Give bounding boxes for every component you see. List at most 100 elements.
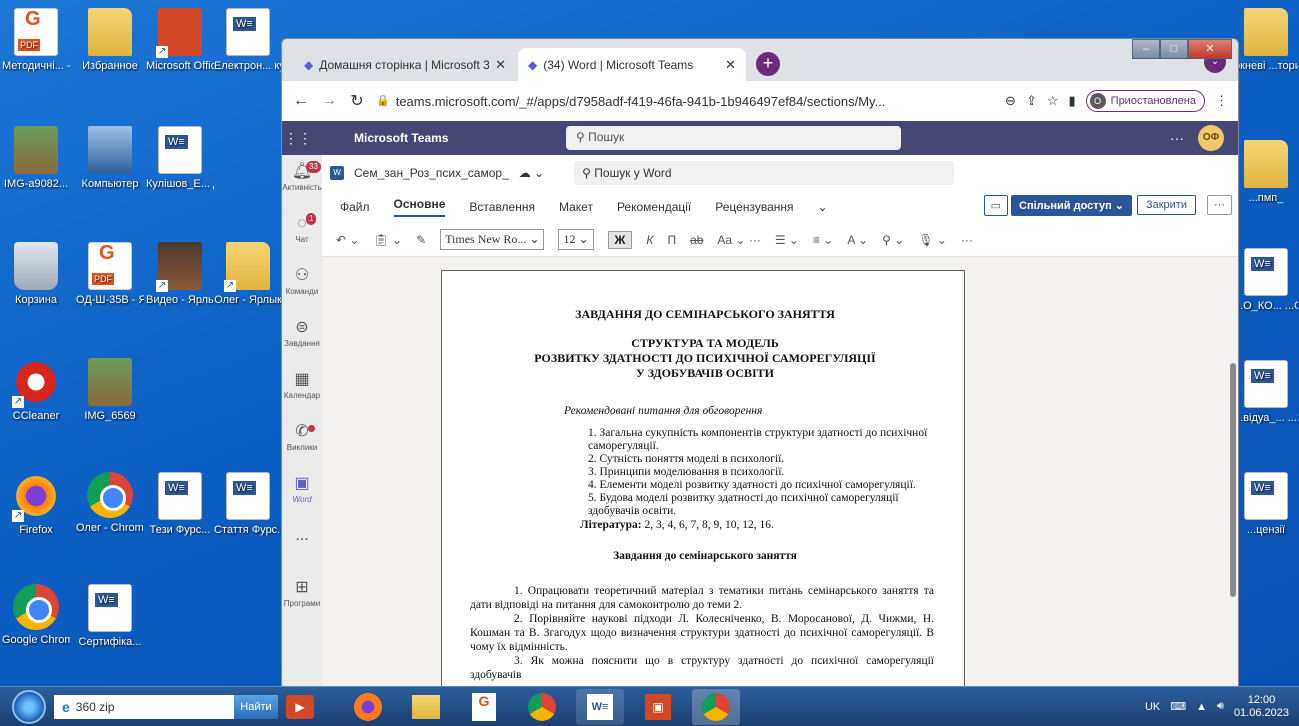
close-window-button[interactable]: ✕ — [1188, 39, 1232, 59]
pdf-taskbar-icon[interactable]: G — [460, 689, 508, 725]
desktop-icon-img-a9082[interactable]: IMG-a9082... — [2, 126, 70, 190]
rail-item-activity[interactable]: 🔔︎ 33 Активність — [282, 161, 322, 213]
comments-icon[interactable]: ▭ — [983, 195, 1008, 216]
new-tab-button[interactable]: + — [756, 52, 780, 76]
desktop-icon-img-6569[interactable]: IMG_6569 — [76, 358, 144, 422]
styles-icon[interactable]: A ⌄ — [847, 233, 868, 247]
desktop-icon-office[interactable]: Microsoft Office Po... — [146, 8, 214, 72]
desktop-icon-video[interactable]: Видео - Ярлык — [146, 242, 214, 306]
document-filename[interactable]: Сем_зан_Роз_псих_самор_ — [354, 166, 509, 180]
tray-expand-icon[interactable]: ▲ — [1196, 701, 1207, 713]
format-painter-icon[interactable]: ✎ — [416, 233, 426, 247]
taskbar-search-input[interactable]: e 360 zip — [54, 694, 234, 719]
teams-search-input[interactable]: ⚲ Пошук — [566, 126, 901, 150]
explorer-taskbar-icon[interactable] — [402, 689, 450, 725]
firefox-taskbar-icon[interactable] — [344, 689, 392, 725]
zoom-icon[interactable]: ⊖ — [1005, 93, 1016, 109]
desktop-icon-firefox[interactable]: Firefox — [2, 472, 70, 536]
document-page[interactable]: ЗАВДАННЯ ДО СЕМІНАРСЬКОГО ЗАНЯТТЯ СТРУКТ… — [441, 270, 965, 689]
rail-item-calendar[interactable]: ▦ Календар — [282, 369, 322, 421]
change-case-icon[interactable]: Aa ⌄ ··· — [717, 233, 760, 247]
tab-word-teams[interactable]: ◆ (34) Word | Microsoft Teams ✕ — [518, 48, 746, 81]
desktop-icon-oleg-chrome[interactable]: Олег - Chrome — [76, 472, 144, 534]
clock[interactable]: 12:00 01.06.2023 — [1234, 694, 1289, 720]
word-taskbar-icon[interactable]: W≡ — [576, 688, 624, 725]
strikethrough-icon[interactable]: ab — [690, 233, 703, 247]
font-name-select[interactable]: Times New Ro... ⌄ — [440, 229, 545, 250]
italic-button[interactable]: К — [646, 233, 653, 247]
desktop-icon-right-5[interactable]: ...цензії — [1234, 472, 1298, 536]
forward-arrow-icon[interactable]: → — [320, 92, 338, 110]
menu-dots-icon[interactable]: ⋮ — [1215, 93, 1228, 109]
reload-icon[interactable]: ↻ — [348, 91, 366, 111]
document-canvas[interactable]: ЗАВДАННЯ ДО СЕМІНАРСЬКОГО ЗАНЯТТЯ СТРУКТ… — [322, 257, 1238, 689]
vertical-scrollbar[interactable] — [1230, 363, 1236, 597]
desktop-icon-stattia[interactable]: Стаття Фурс... ВНЛПО — [214, 472, 282, 536]
find-button[interactable]: Найти — [234, 694, 278, 719]
ribbon-more-icon[interactable]: ··· — [961, 233, 973, 247]
align-icon[interactable]: ≡ ⌄ — [813, 233, 833, 247]
close-button[interactable]: Закрити — [1136, 195, 1196, 215]
minimize-button[interactable]: – — [1132, 39, 1160, 59]
desktop-icon-sertyfika[interactable]: Сертифіка... — [76, 584, 144, 648]
underline-button[interactable]: П — [667, 233, 676, 247]
desktop-icon-od-sh-35v[interactable]: ОД-Ш-35В - Ярлык — [76, 242, 144, 306]
app-launcher-icon[interactable]: ⋮⋮ — [282, 130, 314, 147]
desktop-icon-metodychni[interactable]: Методичні... - Ярлык — [2, 8, 70, 72]
sidepanel-icon[interactable]: ▮ — [1069, 93, 1076, 109]
share-icon[interactable]: ⇪ — [1026, 93, 1037, 109]
chrome-profile-taskbar-icon[interactable] — [692, 688, 740, 725]
maximize-button[interactable]: □ — [1160, 39, 1188, 59]
tab-insert[interactable]: Вставлення — [469, 200, 535, 214]
language-indicator[interactable]: UK — [1145, 701, 1160, 713]
desktop-icon-oleg[interactable]: Олег - Ярлык — [214, 242, 282, 306]
keyboard-icon[interactable]: ⌨ — [1170, 700, 1186, 713]
volume-icon[interactable]: 🔊︎ — [1217, 700, 1224, 713]
desktop-icon-right-4[interactable]: ...відуа_... ...23 — [1234, 360, 1298, 424]
rail-item-assignments[interactable]: ⊜ Завдання — [282, 317, 322, 369]
rail-item-more[interactable]: ... — [282, 525, 322, 577]
word-search-input[interactable]: ⚲ Пошук у Word — [574, 161, 955, 185]
find-icon[interactable]: ⚲ ⌄ — [882, 233, 904, 247]
menu-expand-icon[interactable]: ⌄ — [818, 200, 828, 214]
desktop-icon-computer[interactable]: Компьютер — [76, 126, 144, 190]
desktop-icon-right-2[interactable]: ...пмп_ — [1234, 140, 1298, 204]
font-size-select[interactable]: 12 ⌄ — [558, 229, 594, 250]
rail-item-calls[interactable]: ✆ Виклики — [282, 421, 322, 473]
desktop-icon-ccleaner[interactable]: CCleaner — [2, 358, 70, 422]
desktop-icon-tezy[interactable]: Тези Фурс... — [146, 472, 214, 536]
close-tab-icon[interactable]: ✕ — [725, 57, 736, 73]
autosave-icon[interactable]: ☁ ⌄ — [519, 166, 544, 180]
desktop-icon-google-chrome[interactable]: Google Chrome — [2, 584, 70, 646]
dictate-icon[interactable]: 🎙︎ ⌄ — [918, 233, 947, 247]
url-field[interactable]: 🔒 teams.microsoft.com/_#/apps/d7958adf-f4… — [376, 94, 995, 109]
tab-layout[interactable]: Макет — [559, 200, 593, 214]
tab-references[interactable]: Рекомендації — [617, 200, 691, 214]
bold-button[interactable]: Ж — [607, 230, 633, 249]
play-icon[interactable]: ▶ — [286, 694, 314, 719]
tab-review[interactable]: Рецензування — [715, 200, 793, 214]
more-options-icon[interactable]: ··· — [1170, 130, 1184, 146]
profile-button[interactable]: О Приостановлена — [1085, 90, 1205, 112]
rail-item-apps[interactable]: ⊞ Програми — [282, 577, 322, 629]
desktop-icon-recycle-bin[interactable]: Корзина — [2, 242, 70, 306]
tab-home[interactable]: ◆ Домашня сторінка | Microsoft 3... ✕ — [294, 48, 516, 81]
paste-icon[interactable]: 📋︎ ⌄ — [373, 233, 402, 247]
share-button[interactable]: Спільний доступ ⌄ — [1011, 195, 1132, 216]
powerpoint-taskbar-icon[interactable]: ▣ — [634, 689, 682, 725]
tab-home-ribbon[interactable]: Основне — [393, 197, 446, 217]
undo-icon[interactable]: ↶ ⌄ — [336, 233, 359, 247]
avatar[interactable]: ОФ — [1198, 125, 1224, 151]
rail-item-teams[interactable]: ⚇ Команди — [282, 265, 322, 317]
desktop-icon-kulishov[interactable]: Кулішов_Е... документ — [146, 126, 214, 190]
rail-item-chat[interactable]: ◌ 1 Чат — [282, 213, 322, 265]
chrome-taskbar-icon[interactable] — [518, 689, 566, 725]
close-tab-icon[interactable]: ✕ — [495, 57, 506, 73]
desktop-icon-elektron[interactable]: Електрон... курс_фур... — [214, 8, 282, 72]
more-options-icon[interactable]: ··· — [1207, 195, 1232, 215]
bullets-icon[interactable]: ☰ ⌄ — [775, 233, 799, 247]
back-arrow-icon[interactable]: ← — [292, 92, 310, 110]
tab-file[interactable]: Файл — [340, 200, 370, 214]
rail-item-word[interactable]: ▣ Word — [282, 473, 322, 525]
desktop-icon-izbrannoe[interactable]: Избранное — [76, 8, 144, 72]
